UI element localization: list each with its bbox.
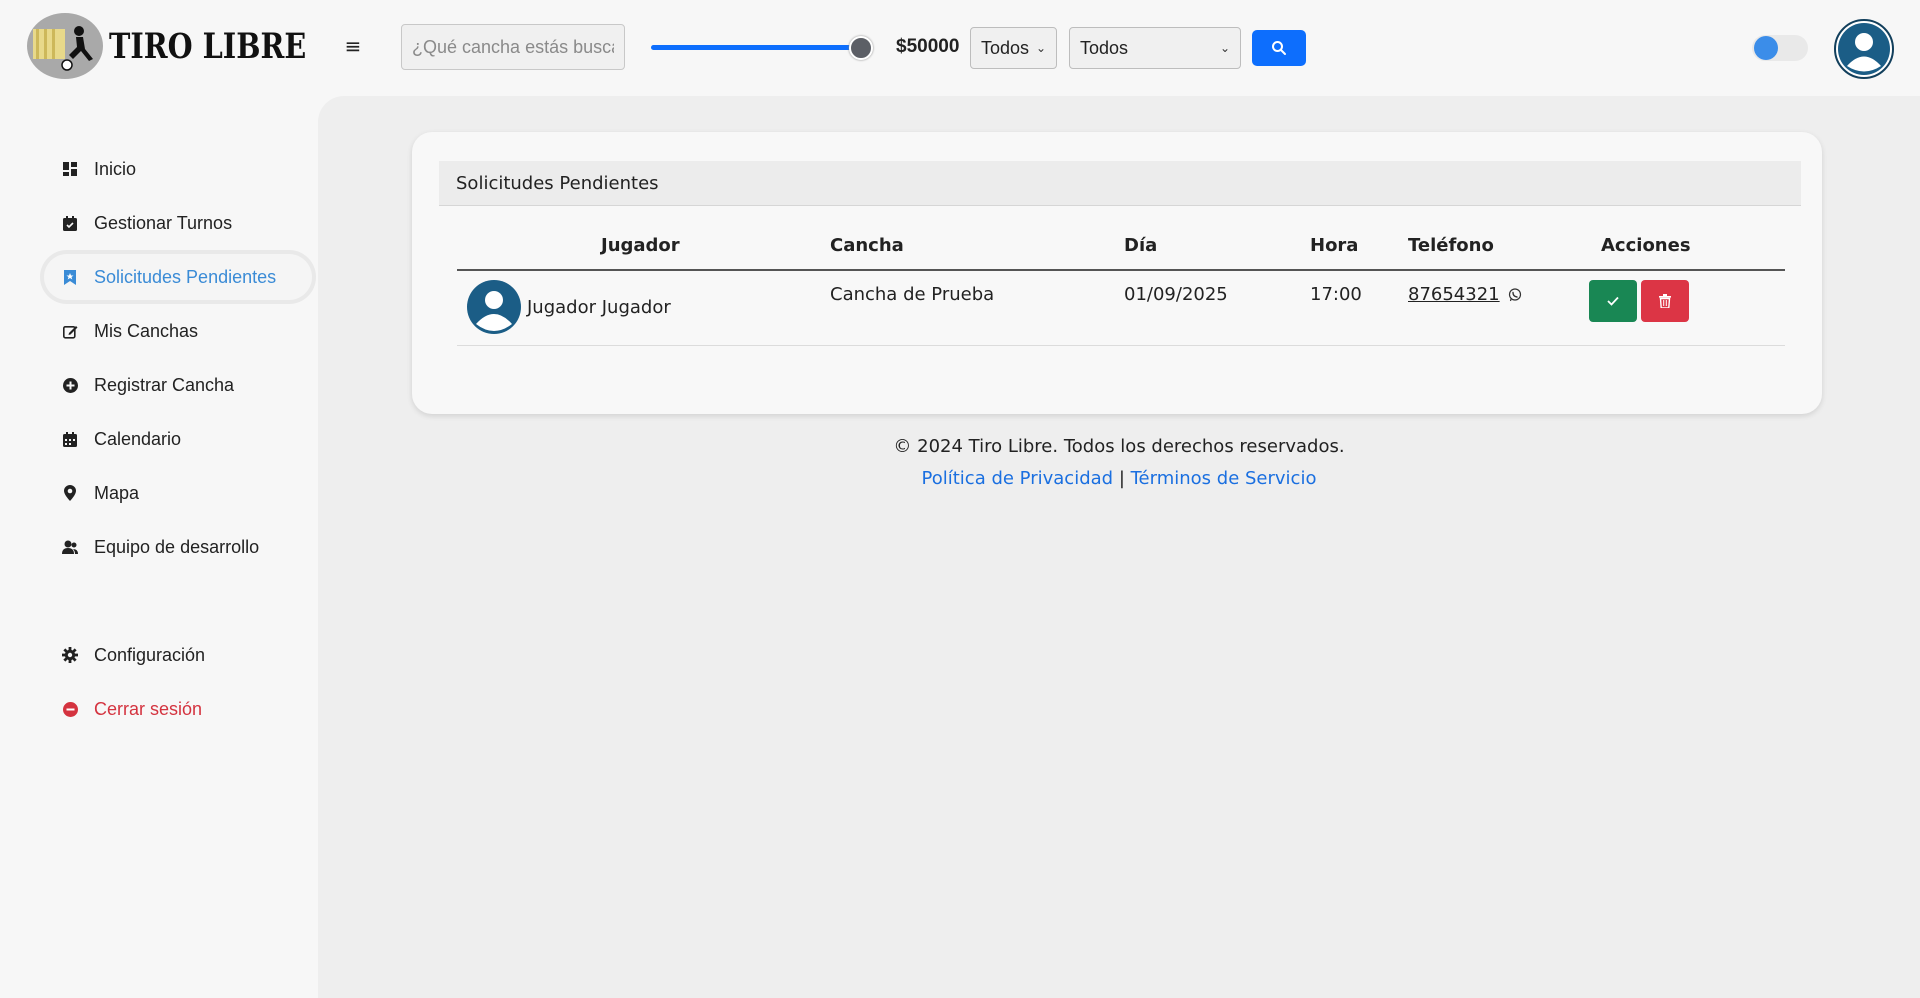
player-name: Jugador Jugador [527, 297, 671, 318]
column-header-jugador: Jugador [601, 235, 680, 256]
menu-toggle-icon[interactable]: ≡ [341, 34, 365, 58]
privacy-policy-link[interactable]: Política de Privacidad [922, 468, 1114, 489]
chevron-down-icon: ⌄ [1219, 41, 1230, 55]
request-day: 01/09/2025 [1124, 284, 1228, 305]
sidebar-item-label: Mis Canchas [94, 320, 199, 341]
brand-name: TIRO LIBRE [109, 25, 307, 67]
sidebar-item-cerrar-sesion[interactable]: Cerrar sesión [44, 686, 312, 732]
main-content: Solicitudes Pendientes Jugador Cancha Dí… [318, 96, 1920, 998]
users-icon [61, 538, 79, 556]
chevron-down-icon: ⌄ [1035, 41, 1046, 55]
sidebar-item-configuracion[interactable]: Configuración [44, 632, 312, 678]
price-slider-handle[interactable] [849, 36, 873, 60]
dashboard-icon [61, 160, 79, 178]
terms-of-service-link[interactable]: Términos de Servicio [1131, 468, 1317, 489]
check-icon [1607, 296, 1619, 306]
user-icon [1838, 23, 1890, 75]
sidebar-item-label: Configuración [94, 644, 206, 665]
sidebar-item-solicitudes-pendientes[interactable]: Solicitudes Pendientes [44, 254, 312, 300]
sidebar-item-label: Registrar Cancha [94, 374, 235, 395]
logout-icon [61, 700, 79, 718]
table-header-divider [457, 269, 1785, 271]
sidebar-item-label: Cerrar sesión [94, 698, 203, 719]
price-value: $50000 [896, 36, 960, 57]
sidebar-item-gestionar-turnos[interactable]: Gestionar Turnos [44, 200, 312, 246]
price-slider[interactable] [651, 36, 873, 60]
sidebar-item-label: Solicitudes Pendientes [94, 266, 277, 287]
map-pin-icon [61, 484, 79, 502]
court-name: Cancha de Prueba [830, 284, 995, 305]
phone-cell: 87654321 [1408, 284, 1522, 305]
theme-toggle-knob [1754, 36, 1778, 60]
column-header-telefono: Teléfono [1408, 235, 1494, 256]
column-header-acciones: Acciones [1601, 235, 1691, 256]
delete-button[interactable] [1641, 280, 1689, 322]
user-icon [476, 291, 512, 331]
edit-icon [61, 322, 79, 340]
sidebar: Inicio Gestionar Turnos Solicitudes Pend… [0, 96, 318, 998]
user-avatar[interactable] [1834, 19, 1894, 79]
bookmark-icon [61, 268, 79, 286]
sidebar-item-equipo-de-desarrollo[interactable]: Equipo de desarrollo [44, 524, 312, 570]
sidebar-item-mis-canchas[interactable]: Mis Canchas [44, 308, 312, 354]
footer-links: Política de Privacidad | Términos de Ser… [318, 468, 1920, 489]
sidebar-item-label: Inicio [94, 158, 137, 179]
logo-emblem [27, 13, 103, 79]
sidebar-item-mapa[interactable]: Mapa [44, 470, 312, 516]
column-header-hora: Hora [1310, 235, 1359, 256]
filter-select-1[interactable]: Todos ⌄ [970, 27, 1057, 69]
filter-select-2[interactable]: Todos ⌄ [1069, 27, 1241, 69]
price-slider-fill [651, 45, 859, 50]
sidebar-item-label: Calendario [94, 428, 182, 449]
calendar-icon [61, 430, 79, 448]
filter-select-2-value: Todos [1080, 37, 1129, 58]
search-input[interactable] [401, 24, 625, 70]
gear-icon [61, 646, 79, 664]
sidebar-item-calendario[interactable]: Calendario [44, 416, 312, 462]
column-header-cancha: Cancha [830, 235, 904, 256]
sidebar-item-registrar-cancha[interactable]: Registrar Cancha [44, 362, 312, 408]
sidebar-item-label: Equipo de desarrollo [94, 536, 260, 557]
search-icon [1272, 41, 1286, 55]
footer-separator: | [1118, 468, 1125, 489]
table-row-divider [457, 345, 1785, 346]
calendar-check-icon [61, 214, 79, 232]
brand-logo[interactable]: TIRO LIBRE [27, 13, 350, 79]
sidebar-item-label: Mapa [94, 482, 140, 503]
top-bar: TIRO LIBRE ≡ $50000 Todos ⌄ Todos ⌄ [0, 0, 1920, 96]
request-hour: 17:00 [1310, 284, 1362, 305]
sidebar-item-inicio[interactable]: Inicio [44, 146, 312, 192]
theme-toggle[interactable] [1752, 35, 1808, 61]
accept-button[interactable] [1589, 280, 1637, 322]
pending-requests-card: Solicitudes Pendientes Jugador Cancha Dí… [412, 132, 1822, 414]
search-button[interactable] [1252, 30, 1306, 66]
plus-circle-icon [61, 376, 79, 394]
whatsapp-icon[interactable] [1508, 288, 1522, 302]
sidebar-item-label: Gestionar Turnos [94, 212, 233, 233]
column-header-dia: Día [1124, 235, 1158, 256]
trash-icon [1659, 294, 1671, 308]
filter-select-1-value: Todos [981, 37, 1030, 58]
card-title: Solicitudes Pendientes [439, 161, 1801, 206]
player-avatar [467, 280, 521, 334]
phone-link[interactable]: 87654321 [1408, 284, 1500, 305]
footer-copyright: © 2024 Tiro Libre. Todos los derechos re… [893, 436, 1345, 457]
